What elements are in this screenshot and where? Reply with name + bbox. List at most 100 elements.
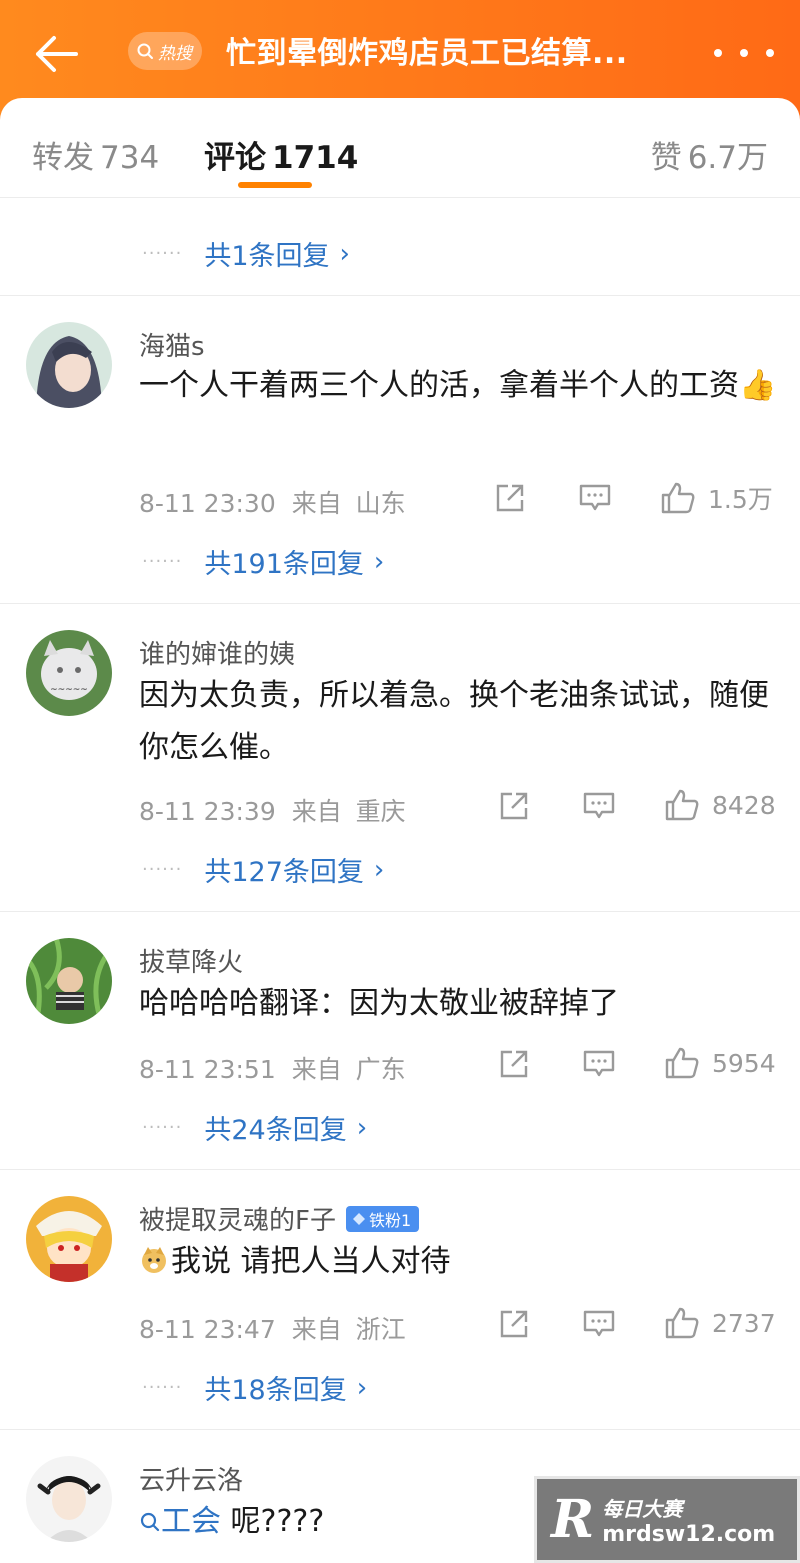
- like-count: 8428: [712, 790, 776, 820]
- avatar-image: [26, 1196, 112, 1282]
- reply-button[interactable]: [578, 482, 612, 514]
- tab-comment[interactable]: 评论 1714: [204, 132, 358, 177]
- from-label: 来自: [291, 797, 342, 826]
- tab-label: 转发: [32, 140, 94, 176]
- thumbs-up-icon: [665, 1047, 699, 1079]
- from-label: 来自: [291, 489, 342, 518]
- avatar-image: [26, 938, 112, 1024]
- tab-label: 赞: [650, 140, 682, 176]
- username[interactable]: 谁的婶谁的姨: [139, 634, 295, 671]
- replies-label: 共1条回复: [204, 241, 330, 272]
- view-replies-link[interactable]: ······ 共191条回复 ›: [142, 542, 384, 581]
- watermark-logo: R: [551, 1489, 595, 1550]
- tab-repost[interactable]: 转发 734: [32, 132, 159, 177]
- avatar[interactable]: [26, 938, 112, 1024]
- location: 山东: [355, 489, 406, 518]
- share-icon: [500, 1310, 528, 1338]
- share-button[interactable]: [498, 790, 530, 822]
- username-text: 被提取灵魂的F子: [139, 1206, 336, 1236]
- from-label: 来自: [291, 1315, 342, 1344]
- comment-meta: 8-11 23:39 来自 重庆: [139, 792, 406, 828]
- comment-text: 因为太负责，所以着急。换个老油条试试，随便你怎么催。: [139, 678, 769, 765]
- hot-search-tag[interactable]: 热搜: [128, 32, 202, 70]
- comment-item: 海猫s 一个人干着两三个人的活，拿着半个人的工资👍 8-11 23:30 来自 …: [0, 296, 800, 604]
- partial-comment: ······ 共1条回复 ›: [0, 198, 800, 296]
- location: 重庆: [355, 797, 406, 826]
- comment-text-body: 我说 请把人当人对待: [171, 1244, 451, 1279]
- avatar-image: [26, 1456, 112, 1542]
- comment-icon: [583, 1310, 615, 1337]
- thumbs-up-icon: [665, 789, 699, 821]
- avatar[interactable]: [26, 1196, 112, 1282]
- comment-icon: [579, 484, 611, 511]
- like-button[interactable]: 2737: [664, 1306, 776, 1340]
- comment-icon: [583, 1050, 615, 1077]
- reply-button[interactable]: [582, 1048, 616, 1080]
- avatar[interactable]: [26, 322, 112, 408]
- page-title: 忙到晕倒炸鸡店员工已结算...: [226, 36, 628, 71]
- topic-label: 工会: [161, 1504, 221, 1539]
- tab-like[interactable]: 赞 6.7万: [651, 132, 768, 177]
- view-replies-link[interactable]: ······ 共24条回复 ›: [142, 1108, 367, 1147]
- share-button[interactable]: [498, 1308, 530, 1340]
- watermark-url: mrdsw12.com: [602, 1521, 776, 1547]
- like-count: 1.5万: [708, 485, 773, 514]
- view-replies-link[interactable]: ······ 共1条回复 ›: [142, 234, 350, 273]
- comment-text: 哈哈哈哈翻译：因为太敬业被辞掉了: [139, 986, 619, 1021]
- comment-meta: 8-11 23:51 来自 广东: [139, 1050, 406, 1086]
- share-icon: [496, 484, 524, 512]
- avatar[interactable]: [26, 1456, 112, 1542]
- comment-item: 被提取灵魂的F子 铁粉1 我说 请把人当人对待 8-11 23:47 来自 浙江…: [0, 1170, 800, 1430]
- thumbs-up-icon: [661, 482, 695, 514]
- watermark-name: 每日大赛: [602, 1496, 683, 1521]
- chevron-right-icon: ›: [373, 854, 385, 885]
- search-icon: [140, 1512, 160, 1532]
- dots-icon: ······: [142, 1117, 183, 1138]
- chevron-right-icon: ›: [356, 1372, 368, 1403]
- avatar-image: [26, 322, 112, 408]
- username[interactable]: 被提取灵魂的F子 铁粉1: [139, 1200, 420, 1237]
- comment-text-body: 呢????: [230, 1504, 325, 1539]
- like-button[interactable]: 1.5万: [660, 480, 773, 516]
- tab-count: 1714: [272, 140, 359, 176]
- timestamp: 8-11 23:47: [139, 1315, 276, 1344]
- partial-action-row: [0, 198, 800, 212]
- comment-text: 一个人干着两三个人的活，拿着半个人的工资👍: [139, 368, 777, 403]
- comment-item: 拔草降火 哈哈哈哈翻译：因为太敬业被辞掉了 8-11 23:51 来自 广东 5…: [0, 912, 800, 1170]
- share-button[interactable]: [498, 1048, 530, 1080]
- avatar[interactable]: ~~~~~: [26, 630, 112, 716]
- dots-icon: ······: [142, 551, 183, 572]
- location: 浙江: [355, 1315, 406, 1344]
- like-count: 5954: [712, 1048, 776, 1078]
- view-replies-link[interactable]: ······ 共18条回复 ›: [142, 1368, 367, 1407]
- reply-button[interactable]: [582, 790, 616, 822]
- replies-label: 共24条回复: [204, 1115, 347, 1146]
- tab-count: 734: [100, 140, 160, 176]
- chevron-right-icon: ›: [373, 546, 385, 577]
- username[interactable]: 拔草降火: [139, 942, 243, 979]
- dot-icon: [740, 49, 748, 57]
- back-arrow-icon: [36, 36, 78, 72]
- comment-meta: 8-11 23:30 来自 山东: [139, 484, 406, 520]
- more-options-button[interactable]: [714, 36, 774, 70]
- timestamp: 8-11 23:30: [139, 489, 276, 518]
- username[interactable]: 云升云洛: [139, 1460, 243, 1497]
- username-text: 海猫s: [139, 332, 205, 362]
- comment-text: 我说 请把人当人对待: [139, 1236, 779, 1288]
- share-button[interactable]: [494, 482, 526, 514]
- like-button[interactable]: 5954: [664, 1046, 776, 1080]
- reply-button[interactable]: [582, 1308, 616, 1340]
- timestamp: 8-11 23:51: [139, 1055, 276, 1084]
- fan-badge[interactable]: 铁粉1: [345, 1205, 420, 1232]
- svg-text:~~~~~: ~~~~~: [50, 685, 88, 695]
- username[interactable]: 海猫s: [139, 326, 205, 363]
- back-button[interactable]: [26, 26, 86, 82]
- chevron-right-icon: ›: [356, 1112, 368, 1143]
- view-replies-link[interactable]: ······ 共127条回复 ›: [142, 850, 384, 889]
- watermark: R 每日大赛 mrdsw12.com: [534, 1476, 800, 1563]
- like-button[interactable]: 8428: [664, 788, 776, 822]
- like-count: 2737: [712, 1308, 776, 1338]
- username-text: 拔草降火: [139, 948, 244, 978]
- username-text: 云升云洛: [139, 1466, 244, 1496]
- topic-link[interactable]: 工会: [139, 1504, 231, 1539]
